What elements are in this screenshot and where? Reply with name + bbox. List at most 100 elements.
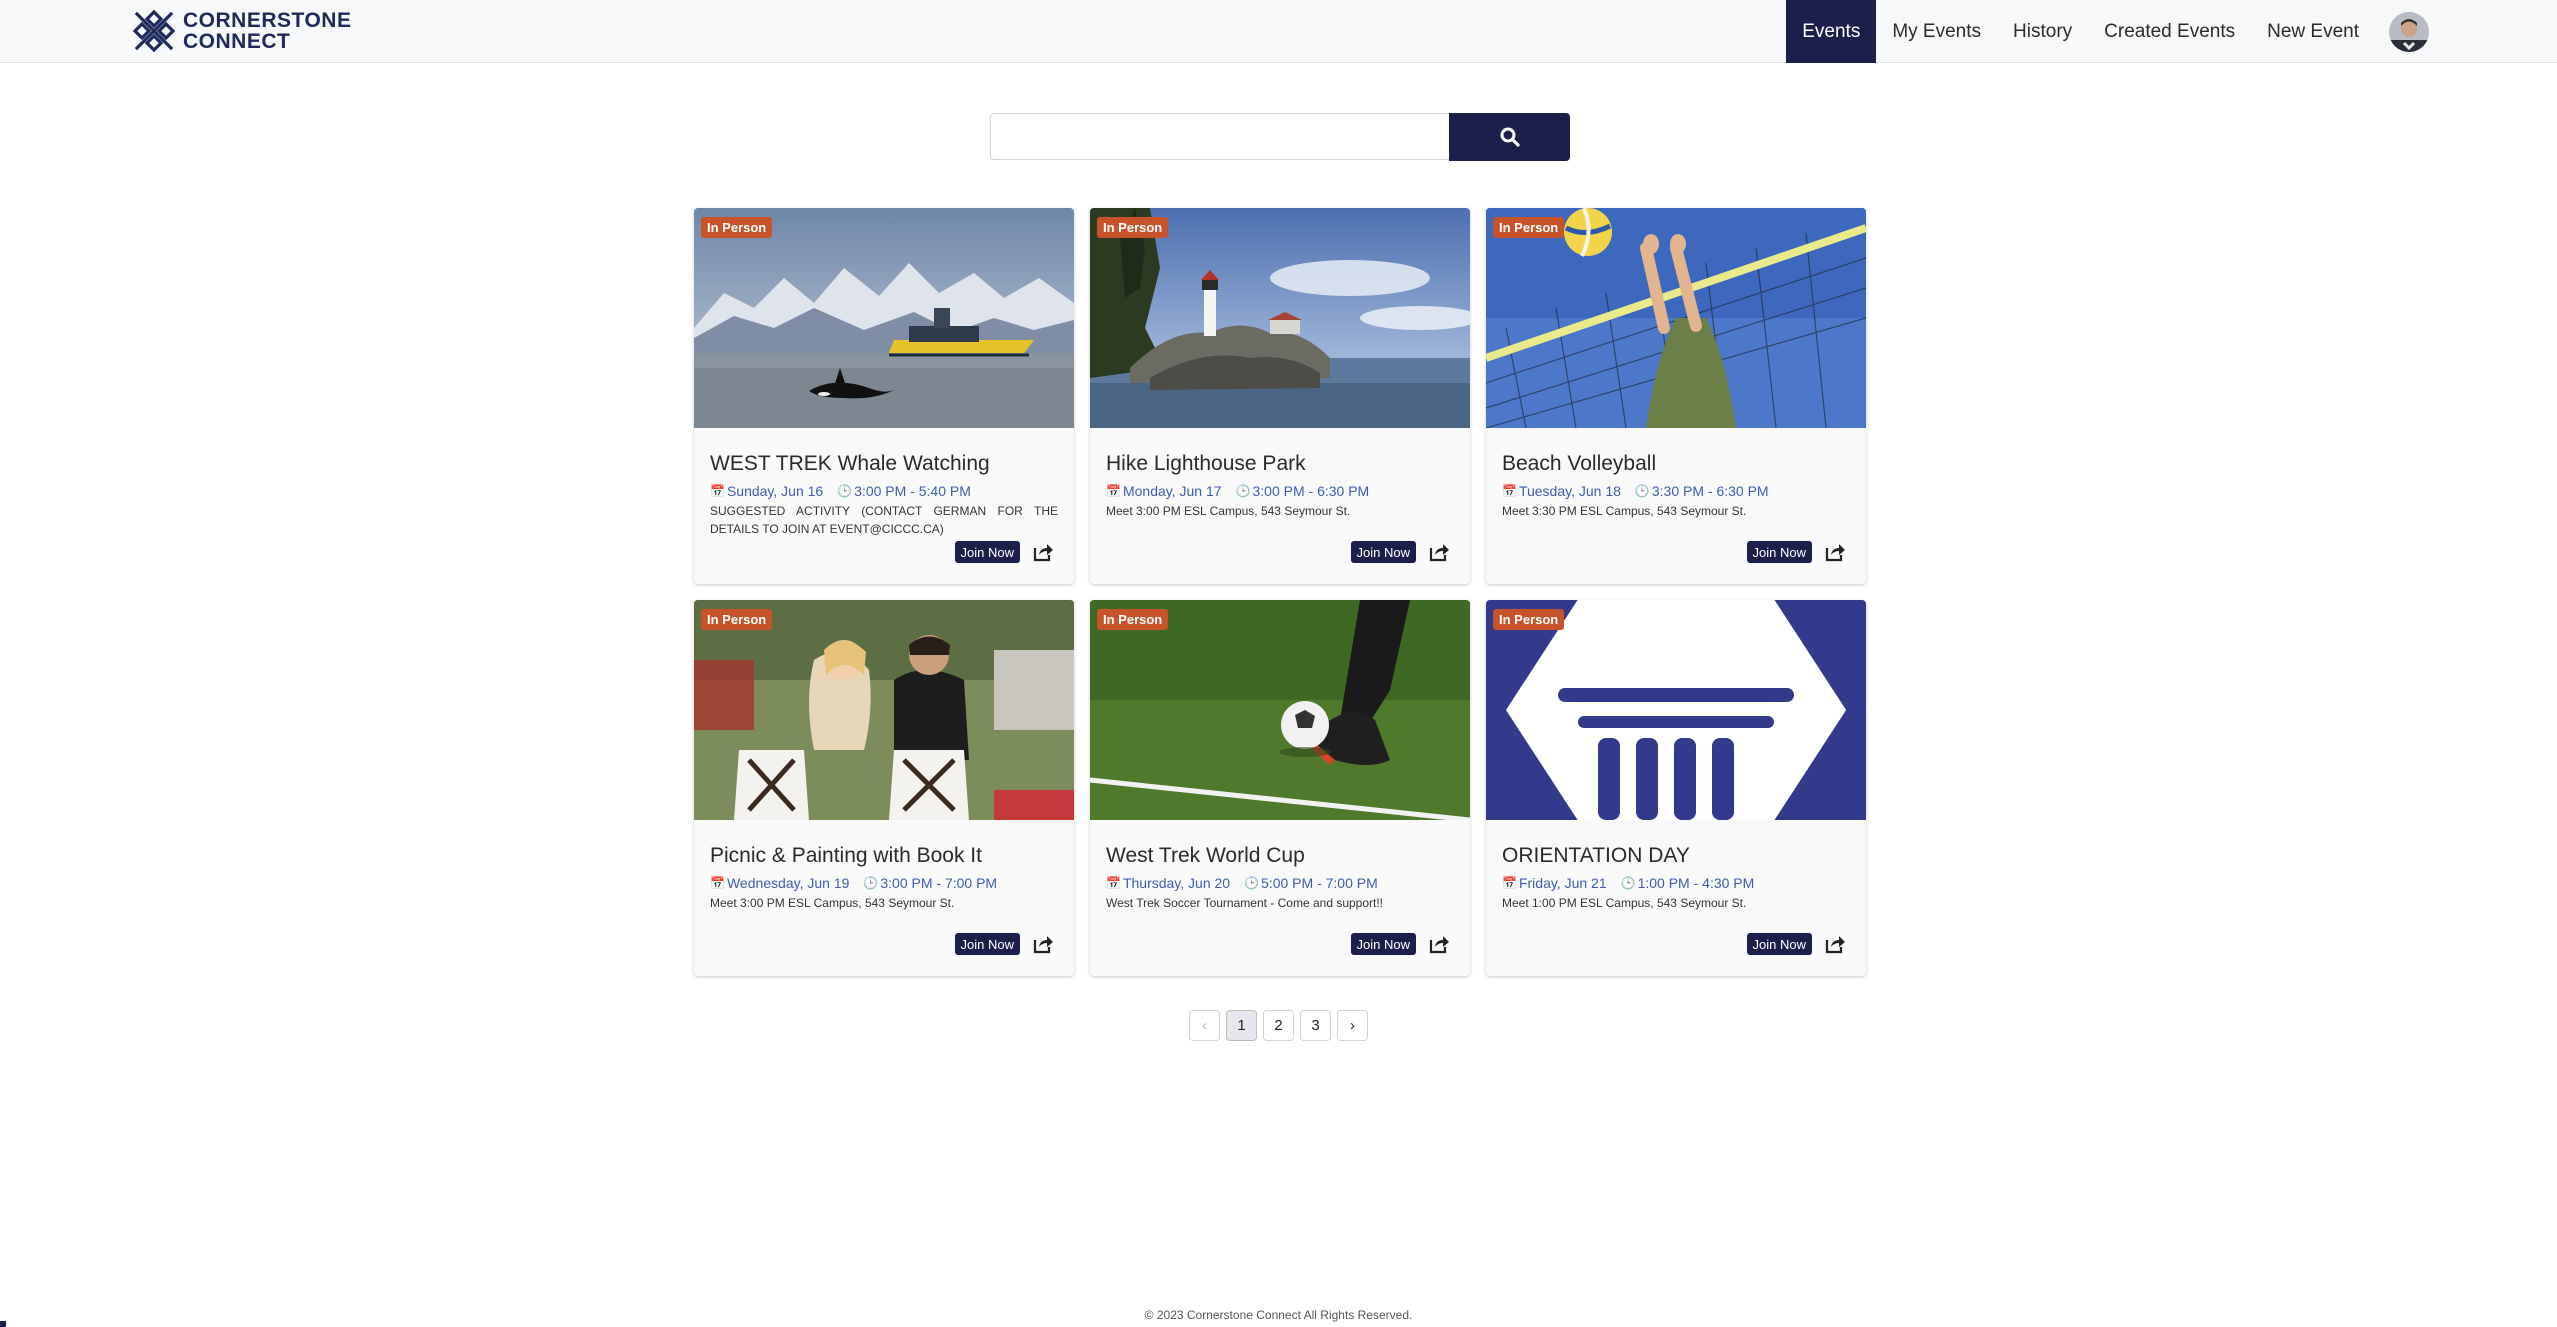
clock-icon: 🕒 <box>1235 484 1251 498</box>
soccer-image <box>1090 600 1470 820</box>
event-description: Meet 3:30 PM ESL Campus, 543 Seymour St. <box>1502 504 1747 518</box>
nav-history[interactable]: History <box>1997 0 2088 63</box>
top-navbar: CORNERSTONE CONNECT Events My Events His… <box>0 0 2557 63</box>
nav-my-events[interactable]: My Events <box>1876 0 1997 63</box>
event-title[interactable]: Hike Lighthouse Park <box>1106 452 1306 476</box>
pagination-page-3[interactable]: 3 <box>1300 1010 1331 1041</box>
search-icon <box>1500 127 1520 147</box>
share-icon[interactable] <box>1428 542 1450 562</box>
join-now-button[interactable]: Join Now <box>954 933 1020 955</box>
calendar-icon: 📅 <box>1106 484 1121 498</box>
in-person-badge: In Person <box>701 217 773 238</box>
search-button[interactable] <box>1449 113 1570 161</box>
event-image-picnic[interactable]: In Person <box>694 600 1074 820</box>
lighthouse-image <box>1090 208 1470 428</box>
event-datetime: 📅 Tuesday, Jun 18 🕒 3:30 PM - 6:30 PM <box>1502 483 1769 499</box>
share-icon[interactable] <box>1428 934 1450 954</box>
event-datetime: 📅 Wednesday, Jun 19 🕒 3:00 PM - 7:00 PM <box>710 875 997 891</box>
nav-events[interactable]: Events <box>1786 0 1877 63</box>
event-date: Tuesday, Jun 18 <box>1518 483 1621 499</box>
join-now-button[interactable]: Join Now <box>1746 933 1812 955</box>
event-image-soccer[interactable]: In Person <box>1090 600 1470 820</box>
event-datetime: 📅 Thursday, Jun 20 🕒 5:00 PM - 7:00 PM <box>1106 875 1378 891</box>
calendar-icon: 📅 <box>1502 876 1517 890</box>
event-card[interactable]: In Person Beach Volleyball 📅 Tuesday, Ju… <box>1486 208 1866 584</box>
event-date: Monday, Jun 17 <box>1122 483 1222 499</box>
event-time: 3:00 PM - 7:00 PM <box>880 875 998 891</box>
join-now-button[interactable]: Join Now <box>1350 933 1416 955</box>
clock-icon: 🕒 <box>1634 484 1650 498</box>
calendar-icon: 📅 <box>710 484 725 498</box>
event-time: 3:00 PM - 5:40 PM <box>854 483 971 499</box>
event-time-wrap: 🕒 5:00 PM - 7:00 PM <box>1244 875 1378 891</box>
search-input[interactable] <box>990 113 1450 160</box>
event-date: Friday, Jun 21 <box>1518 875 1607 891</box>
pagination-page-1[interactable]: 1 <box>1226 1010 1257 1041</box>
event-card[interactable]: In Person WEST TREK Whale Watching 📅 Sun… <box>694 208 1074 584</box>
event-title[interactable]: WEST TREK Whale Watching <box>710 452 990 476</box>
calendar-icon: 📅 <box>1106 876 1121 890</box>
event-description: Meet 3:00 PM ESL Campus, 543 Seymour St. <box>1106 504 1351 518</box>
clock-icon: 🕒 <box>863 876 879 890</box>
share-icon[interactable] <box>1824 542 1846 562</box>
event-image-volleyball[interactable]: In Person <box>1486 208 1866 428</box>
event-time-wrap: 🕒 1:00 PM - 4:30 PM <box>1621 875 1755 891</box>
pagination: ‹ 1 2 3 › <box>1189 1010 1368 1041</box>
event-datetime: 📅 Monday, Jun 17 🕒 3:00 PM - 6:30 PM <box>1106 483 1369 499</box>
join-now-button[interactable]: Join Now <box>954 541 1020 563</box>
event-description-line1: SUGGESTED ACTIVITY (CONTACT GERMAN FOR T… <box>710 504 1058 518</box>
in-person-badge: In Person <box>701 609 773 630</box>
in-person-badge: In Person <box>1097 609 1169 630</box>
nav-new-event[interactable]: New Event <box>2251 0 2375 63</box>
event-card[interactable]: In Person West Trek World Cup 📅 Thursday… <box>1090 600 1470 976</box>
event-time-wrap: 🕒 3:00 PM - 5:40 PM <box>837 483 971 499</box>
event-description: West Trek Soccer Tournament - Come and s… <box>1106 896 1384 910</box>
event-time-wrap: 🕒 3:00 PM - 6:30 PM <box>1236 483 1370 499</box>
event-title[interactable]: Picnic & Painting with Book It <box>710 844 982 868</box>
picnic-painting-image <box>694 600 1074 820</box>
share-icon[interactable] <box>1032 934 1054 954</box>
event-description: SUGGESTED ACTIVITY (CONTACT GERMAN FOR T… <box>710 502 1058 538</box>
event-date: Sunday, Jun 16 <box>726 483 824 499</box>
event-datetime: 📅 Sunday, Jun 16 🕒 3:00 PM - 5:40 PM <box>710 483 971 499</box>
clock-icon: 🕒 <box>1244 876 1260 890</box>
share-icon[interactable] <box>1032 542 1054 562</box>
calendar-icon: 📅 <box>710 876 725 890</box>
event-time: 5:00 PM - 7:00 PM <box>1261 875 1378 891</box>
event-title[interactable]: ORIENTATION DAY <box>1502 844 1690 868</box>
event-card[interactable]: In Person Picnic & Painting with Book It… <box>694 600 1074 976</box>
event-date: Thursday, Jun 20 <box>1122 875 1231 891</box>
user-photo-icon <box>2389 11 2429 52</box>
clock-icon: 🕒 <box>837 484 853 498</box>
event-description: Meet 1:00 PM ESL Campus, 543 Seymour St. <box>1502 896 1747 910</box>
event-card[interactable]: In Person ORIENTATION DAY 📅 Friday, Jun … <box>1486 600 1866 976</box>
share-icon[interactable] <box>1824 934 1846 954</box>
event-card[interactable]: In Person Hike Lighthouse Park 📅 Monday,… <box>1090 208 1470 584</box>
event-description: Meet 3:00 PM ESL Campus, 543 Seymour St. <box>710 896 955 910</box>
nav-menu: Events My Events History Created Events … <box>1786 0 2557 63</box>
event-image-whale-watching[interactable]: In Person <box>694 208 1074 428</box>
event-description-line2: DETAILS TO JOIN AT EVENT@CICCC.CA) <box>710 522 944 536</box>
calendar-icon: 📅 <box>1502 484 1517 498</box>
corner-mark <box>0 1321 6 1327</box>
event-title[interactable]: Beach Volleyball <box>1502 452 1656 476</box>
pagination-prev-button[interactable]: ‹ <box>1189 1010 1220 1041</box>
event-image-orientation[interactable]: In Person <box>1486 600 1866 820</box>
user-avatar[interactable] <box>2389 11 2429 52</box>
join-now-button[interactable]: Join Now <box>1746 541 1812 563</box>
event-title[interactable]: West Trek World Cup <box>1106 844 1305 868</box>
in-person-badge: In Person <box>1493 217 1565 238</box>
brand-line1: CORNERSTONE <box>183 9 352 32</box>
event-time: 3:30 PM - 6:30 PM <box>1651 483 1769 499</box>
clock-icon: 🕒 <box>1620 876 1636 890</box>
cornerstone-logo-icon <box>132 9 176 53</box>
in-person-badge: In Person <box>1493 609 1565 630</box>
join-now-button[interactable]: Join Now <box>1350 541 1416 563</box>
pagination-next-button[interactable]: › <box>1337 1010 1368 1041</box>
pagination-page-2[interactable]: 2 <box>1263 1010 1294 1041</box>
nav-created-events[interactable]: Created Events <box>2088 0 2251 63</box>
event-date: Wednesday, Jun 19 <box>726 875 850 891</box>
event-time-wrap: 🕒 3:30 PM - 6:30 PM <box>1635 483 1769 499</box>
event-image-lighthouse[interactable]: In Person <box>1090 208 1470 428</box>
brand-logo[interactable]: CORNERSTONE CONNECT <box>131 7 351 55</box>
